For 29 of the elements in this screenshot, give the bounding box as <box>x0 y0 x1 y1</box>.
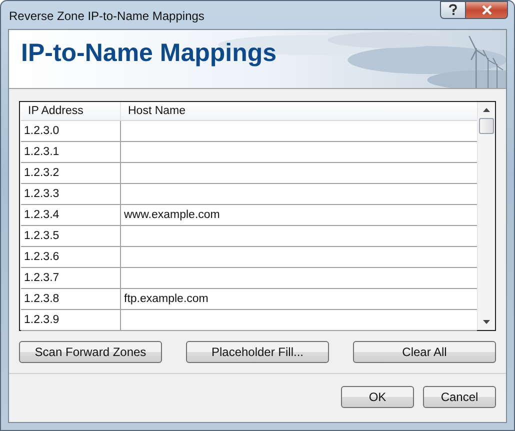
close-icon <box>480 5 492 15</box>
dialog-button[interactable]: OK <box>341 386 414 408</box>
scroll-thumb[interactable] <box>479 118 494 134</box>
scroll-down-icon[interactable] <box>483 320 490 324</box>
column-header[interactable]: IP Address <box>21 102 121 120</box>
table-cell: 1.2.3.3 <box>21 184 121 204</box>
help-button[interactable] <box>440 1 466 19</box>
table-cell: 1.2.3.7 <box>21 268 121 288</box>
page-heading: IP-to-Name Mappings <box>20 38 277 68</box>
table-cell: 1.2.3.9 <box>21 310 121 330</box>
window-title: Reverse Zone IP-to-Name Mappings <box>9 9 204 23</box>
table-cell: 1.2.3.5 <box>21 226 121 246</box>
table-cell: 1.2.3.6 <box>21 247 121 267</box>
action-button[interactable]: Scan Forward Zones <box>19 341 162 363</box>
table-cell: 1.2.3.8 <box>21 289 121 309</box>
scrollbar[interactable] <box>477 102 495 330</box>
action-button[interactable]: Clear All <box>353 341 496 363</box>
table-cell: 1.2.3.1 <box>21 142 121 162</box>
dialog-button[interactable]: Cancel <box>423 386 496 408</box>
table-cell: 1.2.3.2 <box>21 163 121 183</box>
column-header[interactable]: Host Name <box>121 102 477 120</box>
scroll-up-icon[interactable] <box>483 108 490 112</box>
table-cell-text: www.example.com <box>123 208 221 223</box>
help-icon <box>448 4 458 16</box>
table-cell: 1.2.3.0 <box>21 121 121 141</box>
close-button[interactable] <box>466 1 508 19</box>
table-cell: 1.2.3.4 <box>21 205 121 225</box>
table-cell-text: ftp.example.com <box>123 292 210 307</box>
action-button[interactable]: Placeholder Fill... <box>186 341 329 363</box>
